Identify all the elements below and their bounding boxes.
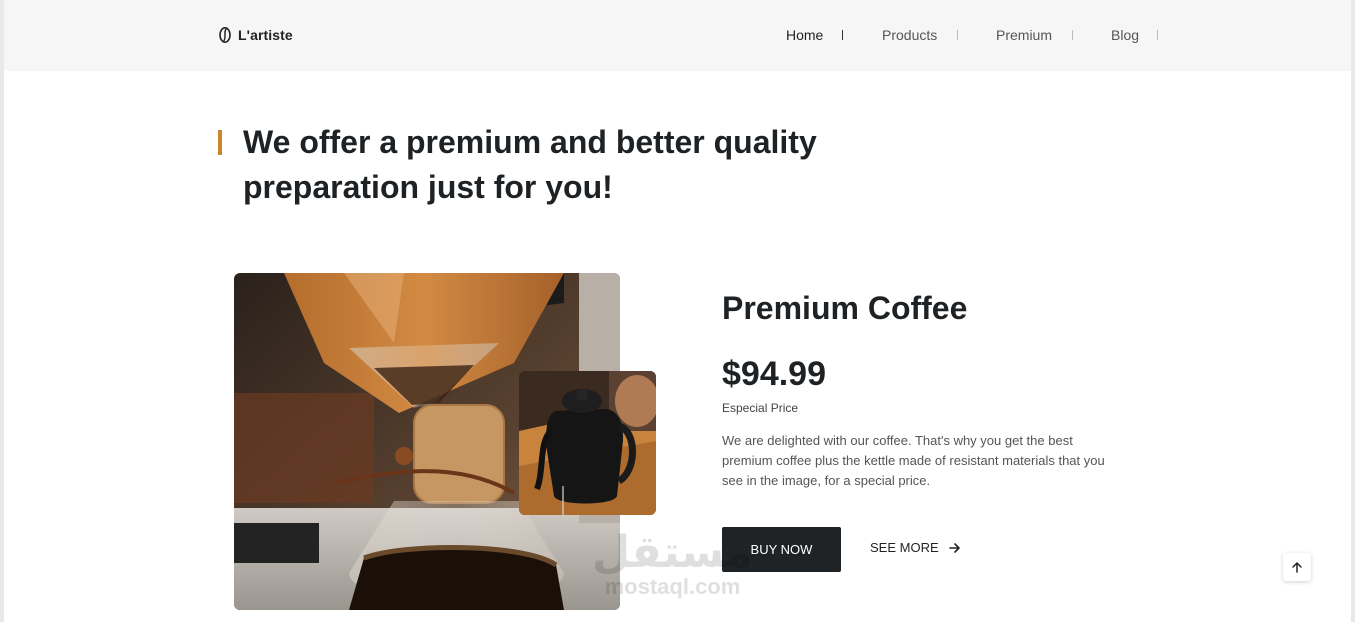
arrow-up-icon [1292,562,1302,573]
nav-divider [1157,30,1158,40]
nav-products[interactable]: Products [882,27,937,43]
coffee-bean-icon [219,27,231,43]
product-price: $94.99 [722,355,826,393]
nav-premium[interactable]: Premium [996,27,1052,43]
nav-divider [1072,30,1073,40]
see-more-label: SEE MORE [870,540,939,555]
page-frame-left [0,0,4,622]
nav-home[interactable]: Home [786,27,823,43]
brand-name: L'artiste [238,27,293,43]
page-frame-right [1351,0,1355,622]
scroll-to-top-button[interactable] [1283,553,1311,581]
arrow-right-icon [948,542,960,553]
price-label: Especial Price [722,401,799,415]
hero-headline: We offer a premium and better quality pr… [243,124,817,205]
product-description: We are delighted with our coffee. That's… [722,433,1105,488]
brand-logo[interactable]: L'artiste [218,26,293,44]
nav-divider [957,30,958,40]
watermark-arabic: مستقل [592,527,753,578]
product-photo-kettle [519,371,656,515]
site-header: L'artiste Home Products Premium Blog [4,0,1351,71]
product-title: Premium Coffee [722,290,968,326]
nav-divider [842,30,843,40]
watermark: مستقل mostaql.com [592,528,753,600]
nav-blog[interactable]: Blog [1111,27,1139,43]
see-more-link[interactable]: SEE MORE [870,540,961,555]
headline-accent-bar [218,130,222,155]
watermark-latin: mostaql.com [604,574,741,599]
